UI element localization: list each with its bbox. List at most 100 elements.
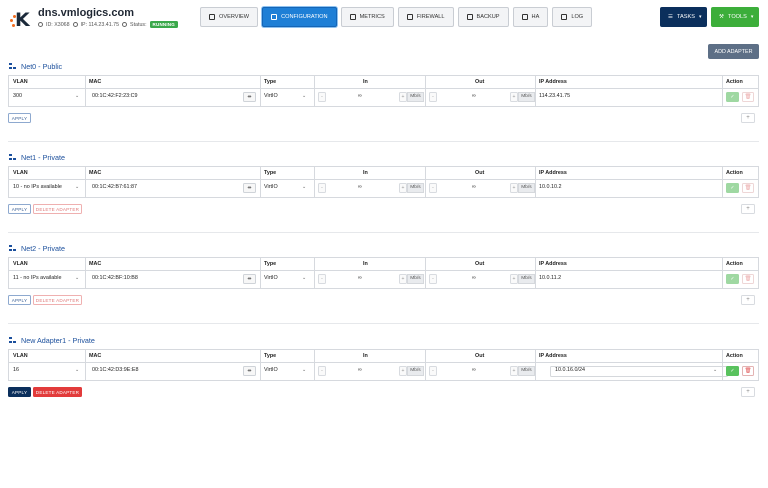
in-limit-input[interactable]: ∞ xyxy=(358,367,362,373)
confirm-button[interactable]: ✓ xyxy=(726,366,739,376)
table-header: VLAN MAC Type In Out IP Address Action xyxy=(9,167,758,180)
out-increment-button[interactable]: + xyxy=(510,274,518,284)
add-row-button[interactable]: + xyxy=(741,295,755,305)
tab-backup[interactable]: BACKUP xyxy=(457,7,509,27)
out-unit: Mb/s xyxy=(518,366,535,376)
col-action: Action xyxy=(726,353,743,359)
in-increment-button[interactable]: + xyxy=(399,274,407,284)
tab-metrics[interactable]: METRICS xyxy=(340,7,394,27)
ip-address[interactable]: 10.0.11.2 xyxy=(539,275,561,281)
col-ip: IP Address xyxy=(539,79,567,85)
apply-button[interactable]: APPLY xyxy=(8,295,31,305)
out-decrement-button[interactable]: - xyxy=(429,92,437,102)
network-icon xyxy=(9,154,17,161)
out-limit-input[interactable]: ∞ xyxy=(472,184,476,190)
mac-input[interactable]: 00:1C:42:B7:61:87 xyxy=(92,184,137,190)
apply-button[interactable]: APPLY xyxy=(8,387,31,397)
apply-button[interactable]: APPLY xyxy=(8,113,31,123)
in-decrement-button[interactable]: - xyxy=(318,366,326,376)
add-row-button[interactable]: + xyxy=(741,113,755,123)
tab-ha[interactable]: HA xyxy=(512,7,549,27)
add-row-button[interactable]: + xyxy=(741,387,755,397)
out-increment-button[interactable]: + xyxy=(510,92,518,102)
tools-button[interactable]: ⚒ TOOLS ▾ xyxy=(711,7,759,27)
mac-input[interactable]: 00:1C:42:BF:10:B8 xyxy=(92,275,138,281)
out-decrement-button[interactable]: - xyxy=(429,183,437,193)
out-unit: Mb/s xyxy=(518,92,535,102)
col-mac: MAC xyxy=(89,353,102,359)
tab-overview[interactable]: OVERVIEW xyxy=(200,7,259,27)
list-icon: ☰ xyxy=(668,14,674,20)
add-adapter-button[interactable]: ADD ADAPTER xyxy=(708,44,759,59)
delete-adapter-button[interactable]: DELETE ADAPTER xyxy=(33,204,82,214)
tab-firewall[interactable]: FIREWALL xyxy=(397,7,454,27)
ip-address[interactable]: 114.23.41.75 xyxy=(539,93,570,99)
ip-address[interactable]: 10.0.10.2 xyxy=(539,184,561,190)
type-select[interactable]: VirtIO xyxy=(264,93,278,99)
type-select[interactable]: VirtIO xyxy=(264,184,278,190)
tab-log[interactable]: LOG xyxy=(552,7,593,27)
ip-address[interactable]: 10.0.16.0/24 xyxy=(555,367,585,373)
tasks-button[interactable]: ☰ TASKS ▾ xyxy=(660,7,707,27)
out-limit-input[interactable]: ∞ xyxy=(472,275,476,281)
mac-input[interactable]: 00:1C:42:D3:9E:E8 xyxy=(92,367,138,373)
in-limit-input[interactable]: ∞ xyxy=(358,184,362,190)
tab-configuration[interactable]: CONFIGURATION xyxy=(262,7,337,27)
table-header: VLAN MAC Type In Out IP Address Action xyxy=(9,76,758,89)
col-out: Out xyxy=(475,170,485,176)
type-select[interactable]: VirtIO xyxy=(264,367,278,373)
confirm-button[interactable]: ✓ xyxy=(726,92,739,102)
out-limit-input[interactable]: ∞ xyxy=(472,93,476,99)
in-decrement-button[interactable]: - xyxy=(318,92,326,102)
out-increment-button[interactable]: + xyxy=(510,366,518,376)
in-increment-button[interactable]: + xyxy=(399,92,407,102)
col-vlan: VLAN xyxy=(13,170,28,176)
delete-icon[interactable]: 🗑 xyxy=(742,92,754,102)
chevron-down-icon: ⌄ xyxy=(302,367,307,373)
out-limit-input[interactable]: ∞ xyxy=(472,367,476,373)
tools-label: TOOLS xyxy=(728,14,747,20)
out-increment-button[interactable]: + xyxy=(510,183,518,193)
generate-mac-button[interactable]: ⇹ xyxy=(243,92,256,102)
generate-mac-button[interactable]: ⇹ xyxy=(243,366,256,376)
delete-icon[interactable]: 🗑 xyxy=(742,274,754,284)
col-in: In xyxy=(363,79,368,85)
delete-icon[interactable]: 🗑 xyxy=(742,183,754,193)
apply-button[interactable]: APPLY xyxy=(8,204,31,214)
out-unit: Mb/s xyxy=(518,183,535,193)
caret-down-icon: ▾ xyxy=(750,14,754,20)
delete-adapter-button[interactable]: DELETE ADAPTER xyxy=(33,295,82,305)
adapter-title: Net0 - Public xyxy=(9,62,62,71)
mac-input[interactable]: 00:1C:42:F2:23:C9 xyxy=(92,93,138,99)
vlan-select[interactable]: 10 - no IPs available xyxy=(13,184,62,190)
col-ip: IP Address xyxy=(539,261,567,267)
table-row: 11 - no IPs available ⌄ 00:1C:42:BF:10:B… xyxy=(9,271,758,289)
out-decrement-button[interactable]: - xyxy=(429,366,437,376)
delete-adapter-button[interactable]: DELETE ADAPTER xyxy=(33,387,82,397)
document-icon xyxy=(209,14,215,20)
host-ip: IP: 114.23.41.75 xyxy=(80,21,120,28)
vlan-select[interactable]: 11 - no IPs available xyxy=(13,275,61,281)
tab-label: HA xyxy=(531,14,540,20)
generate-mac-button[interactable]: ⇹ xyxy=(243,183,256,193)
in-increment-button[interactable]: + xyxy=(399,183,407,193)
in-limit-input[interactable]: ∞ xyxy=(358,93,362,99)
delete-icon[interactable]: 🗑 xyxy=(742,366,754,376)
confirm-button[interactable]: ✓ xyxy=(726,183,739,193)
add-row-button[interactable]: + xyxy=(741,204,755,214)
in-increment-button[interactable]: + xyxy=(399,366,407,376)
generate-mac-button[interactable]: ⇹ xyxy=(243,274,256,284)
col-mac: MAC xyxy=(89,261,102,267)
confirm-button[interactable]: ✓ xyxy=(726,274,739,284)
host-meta: ID: X3068 IP: 114.23.41.75 Status: RUNNI… xyxy=(38,21,178,28)
out-decrement-button[interactable]: - xyxy=(429,274,437,284)
vlan-select[interactable]: 300 xyxy=(13,93,22,99)
in-limit-input[interactable]: ∞ xyxy=(358,275,362,281)
vlan-select[interactable]: 16 xyxy=(13,367,19,373)
col-vlan: VLAN xyxy=(13,261,28,267)
col-out: Out xyxy=(475,353,485,359)
col-out: Out xyxy=(475,79,485,85)
in-decrement-button[interactable]: - xyxy=(318,274,326,284)
in-decrement-button[interactable]: - xyxy=(318,183,326,193)
type-select[interactable]: VirtIO xyxy=(264,275,278,281)
